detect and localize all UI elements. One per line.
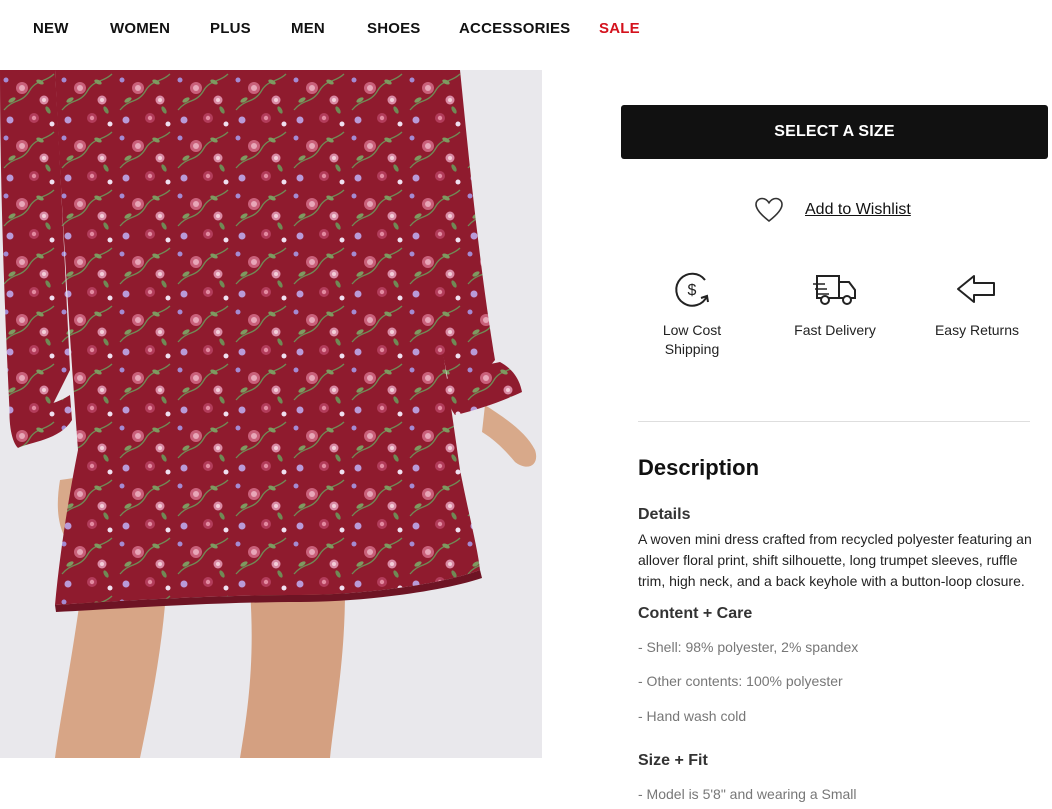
heart-outline-icon [755,197,783,223]
care-item: - Shell: 98% polyester, 2% spandex [638,639,859,655]
delivery-truck-icon [813,275,856,305]
description-title: Description [638,455,760,480]
size-fit-heading: Size + Fit [638,752,708,769]
return-arrow-icon [957,275,995,303]
perk-label: Easy Returns [934,322,1020,338]
product-image[interactable] [0,70,542,758]
add-to-wishlist[interactable]: Add to Wishlist [754,195,911,225]
nav-sale[interactable]: SALE [599,20,640,37]
dress-illustration [0,70,542,758]
perk-label-line1: Low Cost [662,322,722,338]
perk-easy-returns: Easy Returns [927,268,1027,340]
nav-plus[interactable]: PLUS [210,20,251,37]
details-text: A woven mini dress crafted from recycled… [638,531,1032,589]
section-divider [638,421,1030,422]
perk-label: Fast Delivery [794,322,876,338]
nav-shoes[interactable]: SHOES [367,20,421,37]
nav-accessories[interactable]: ACCESSORIES [459,20,570,37]
perk-fast-delivery: Fast Delivery [780,268,890,340]
perk-low-cost-shipping: $ Low Cost Shipping [642,268,742,359]
content-care-heading: Content + Care [638,605,753,622]
select-size-button[interactable]: SELECT A SIZE [621,105,1048,159]
care-item: - Other contents: 100% polyester [638,673,843,689]
details-heading: Details [638,506,691,523]
svg-text:$: $ [688,282,697,299]
care-item: - Hand wash cold [638,708,747,724]
fit-item: - Model is 5'8" and wearing a Small [638,786,857,802]
top-navigation: NEW WOMEN PLUS MEN SHOES ACCESSORIES SAL… [0,0,1052,70]
nav-new[interactable]: NEW [33,20,69,37]
dollar-refresh-icon: $ [675,272,709,307]
nav-men[interactable]: MEN [291,20,325,37]
perk-label-line2: Shipping [664,341,720,357]
wishlist-label: Add to Wishlist [805,201,911,218]
nav-women[interactable]: WOMEN [110,20,170,37]
